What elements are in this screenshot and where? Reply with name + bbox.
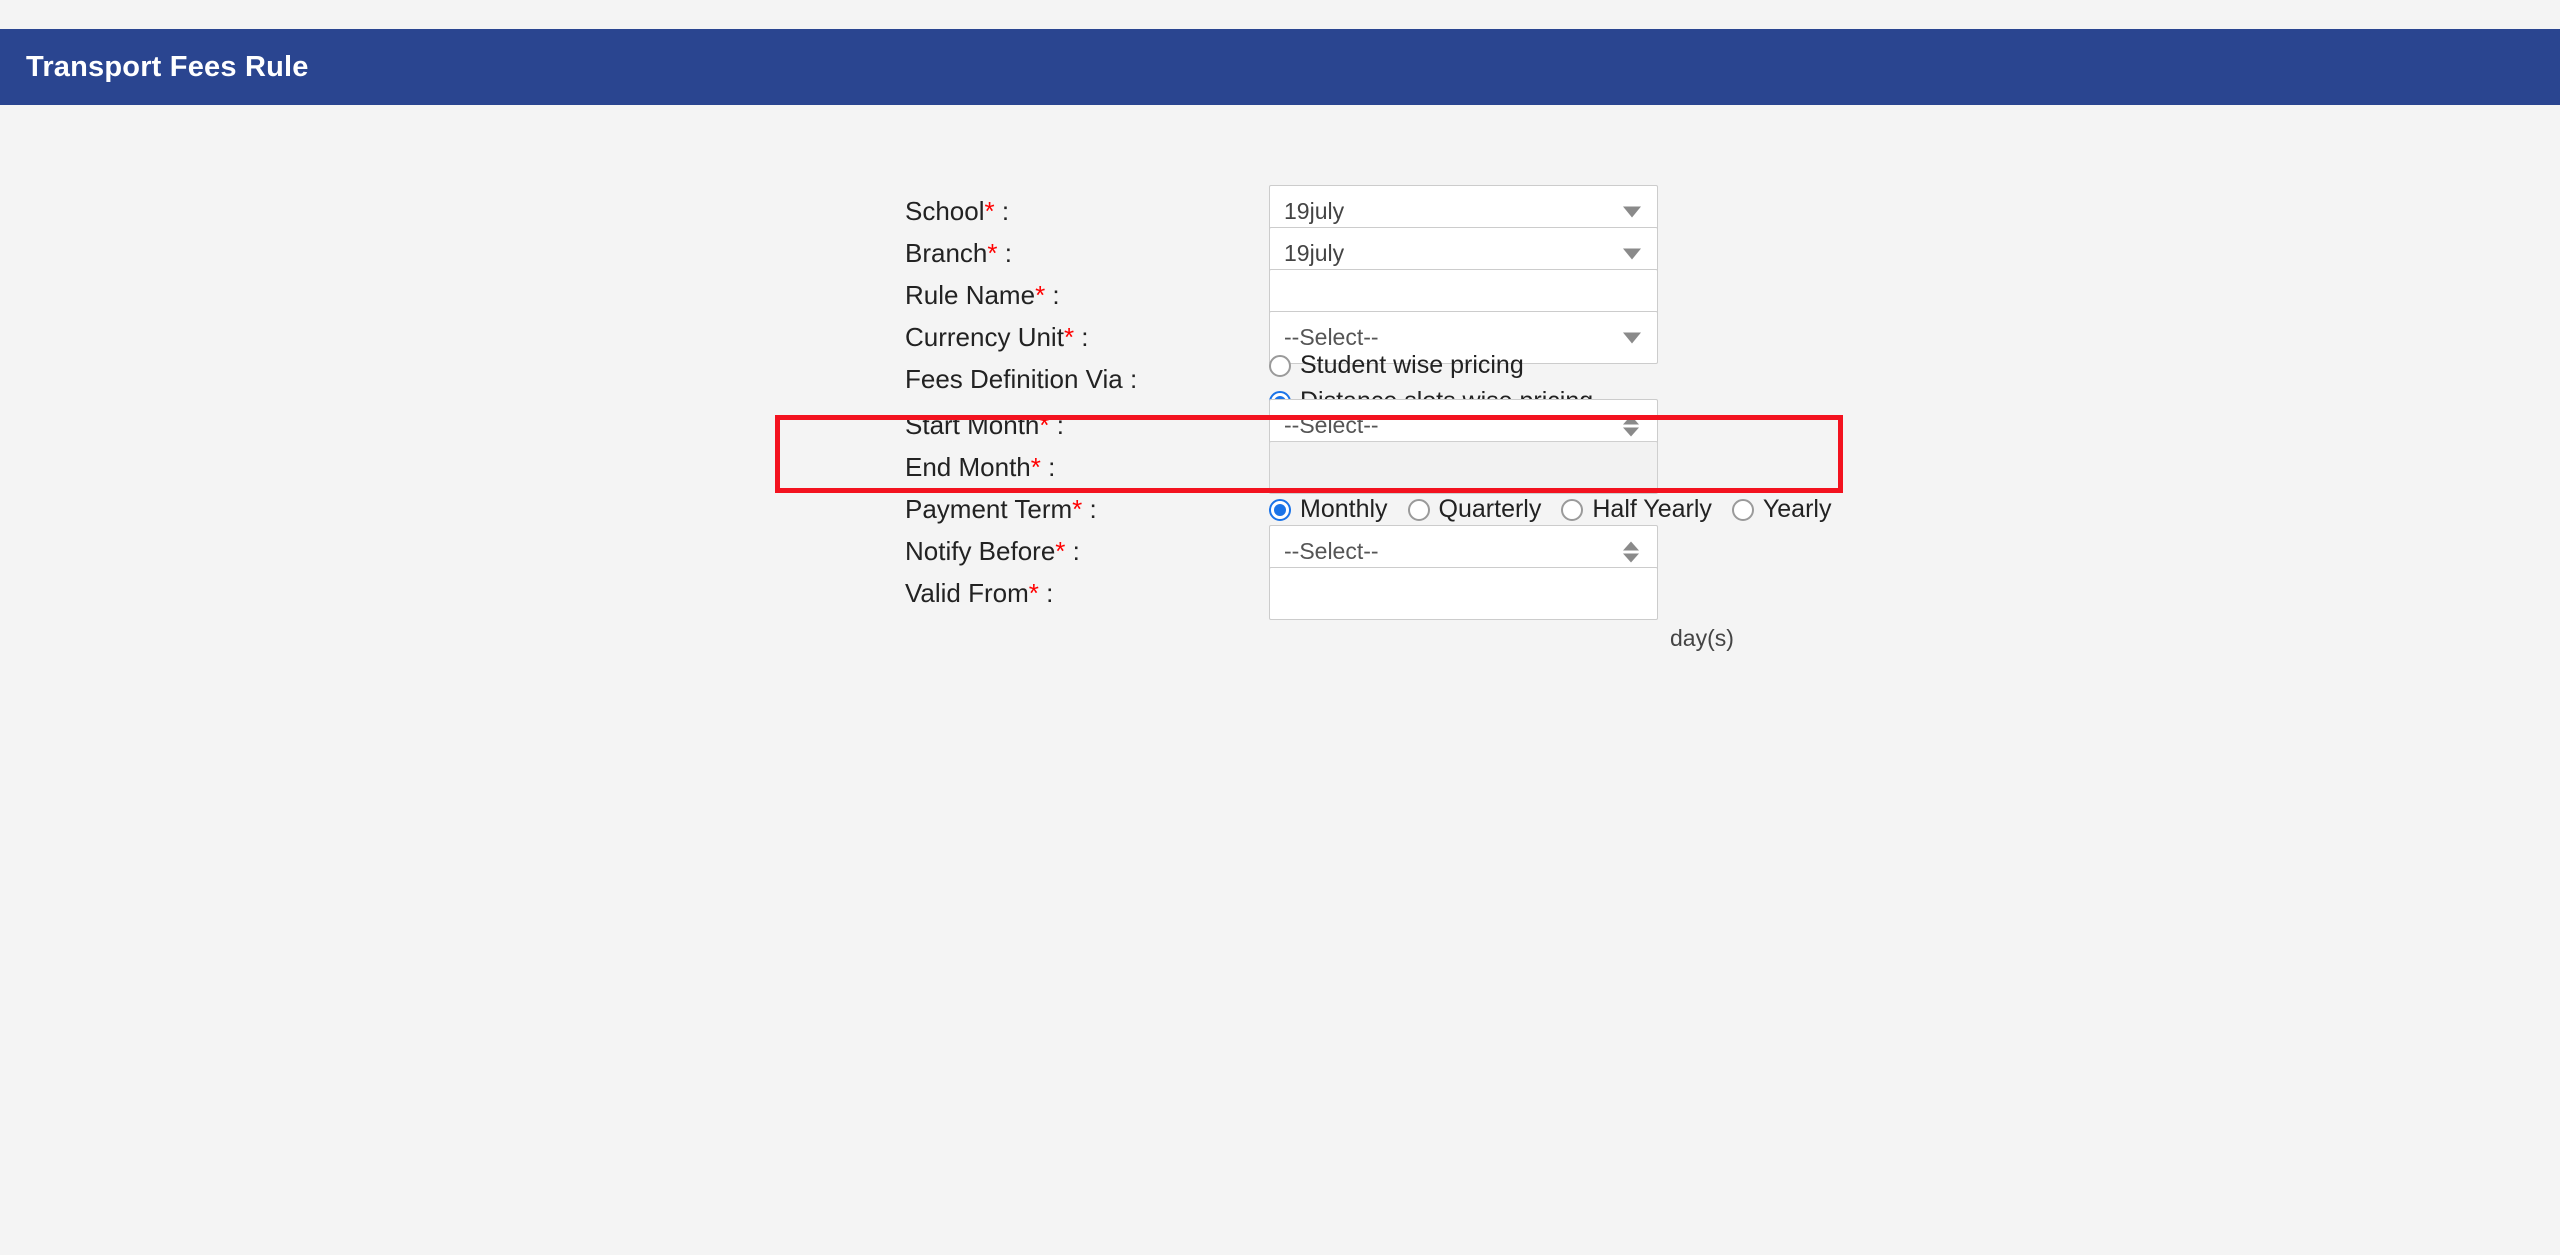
radio-unselected-icon[interactable] — [1269, 355, 1291, 377]
page-root: Transport Fees Rule School* :19julyBranc… — [0, 0, 2560, 1255]
form-row-valid-from: Valid From* : — [0, 559, 2560, 627]
field-label-text: Fees Definition Via — [905, 364, 1123, 394]
field-label-colon: : — [1039, 578, 1053, 608]
field-control-valid-from — [1269, 567, 1658, 620]
transport-fees-rule-form: School* :19julyBranch* :19julyRule Name*… — [0, 105, 2560, 1255]
input-valid-from[interactable] — [1269, 567, 1658, 620]
radio-option-fees-definition-via-0[interactable]: Student wise pricing — [1269, 351, 1524, 380]
chevron-down-icon[interactable] — [1623, 206, 1641, 217]
spinner-up-arrow-icon[interactable] — [1623, 415, 1639, 424]
field-label-colon: : — [1123, 364, 1137, 394]
page-header: Transport Fees Rule — [0, 29, 2560, 105]
chevron-down-icon[interactable] — [1623, 248, 1641, 259]
field-label-text: Valid From — [905, 578, 1029, 608]
spinner-up-arrow-icon[interactable] — [1623, 541, 1639, 550]
chevron-down-icon[interactable] — [1623, 332, 1641, 343]
page-title: Transport Fees Rule — [26, 51, 309, 84]
radio-option-label: Student wise pricing — [1300, 351, 1524, 380]
days-suffix-note: day(s) — [1670, 625, 1734, 652]
field-label-valid-from: Valid From* : — [905, 559, 1053, 627]
required-asterisk: * — [1029, 578, 1039, 608]
